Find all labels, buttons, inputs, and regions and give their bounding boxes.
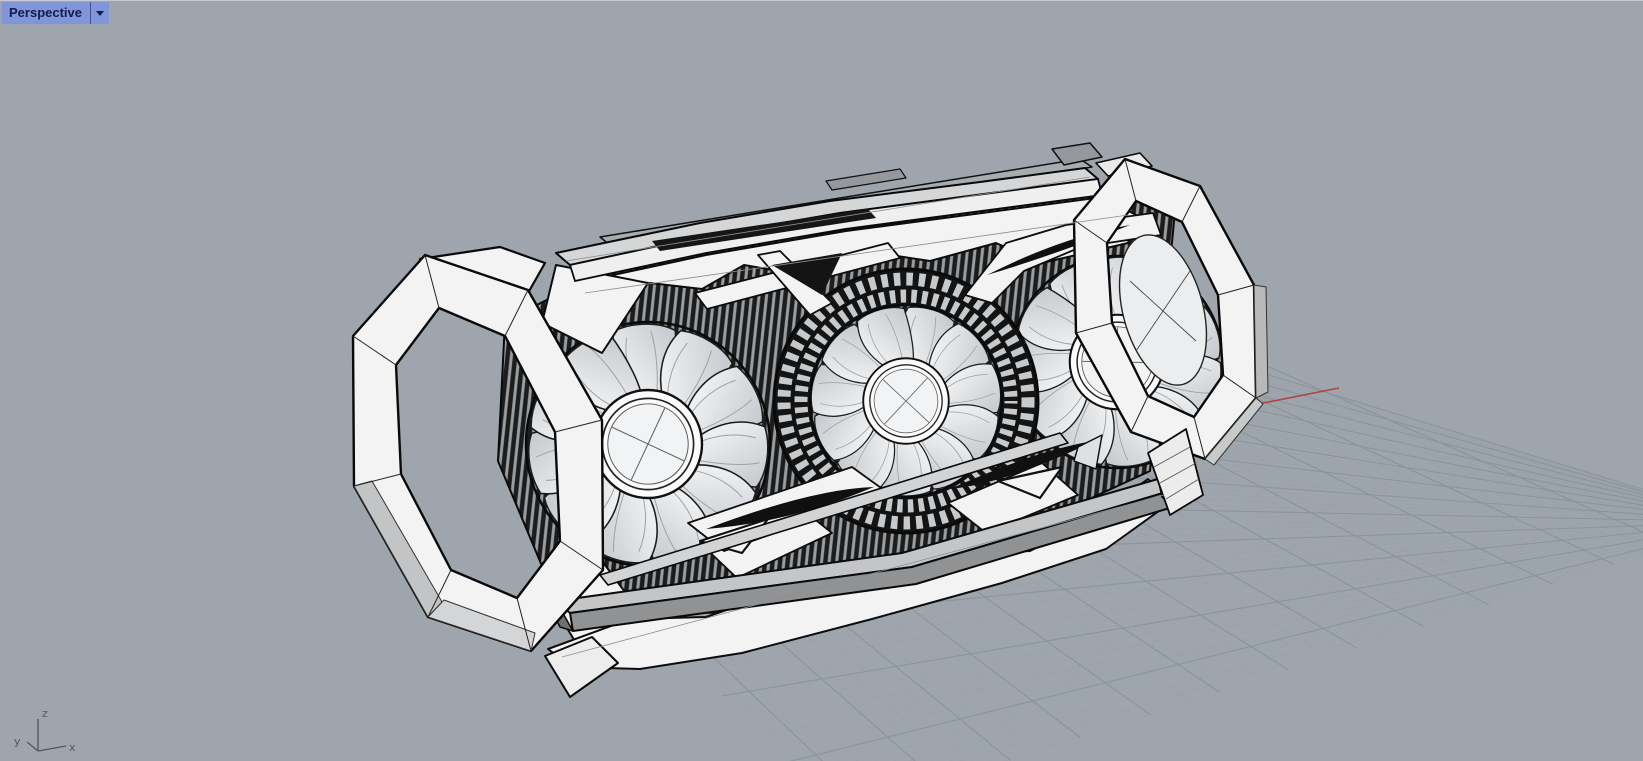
viewport-title[interactable]: Perspective — [2, 2, 90, 24]
chevron-down-icon — [96, 10, 104, 16]
viewport-title-tab[interactable]: Perspective — [2, 2, 109, 24]
perspective-viewport[interactable]: Perspective z x y — [0, 0, 1643, 761]
axis-label-x: x — [69, 741, 76, 754]
viewport-canvas[interactable]: z x y — [0, 1, 1643, 761]
axis-label-z: z — [42, 707, 48, 720]
axis-label-y: y — [14, 735, 21, 748]
viewport-menu-button[interactable] — [90, 2, 109, 24]
